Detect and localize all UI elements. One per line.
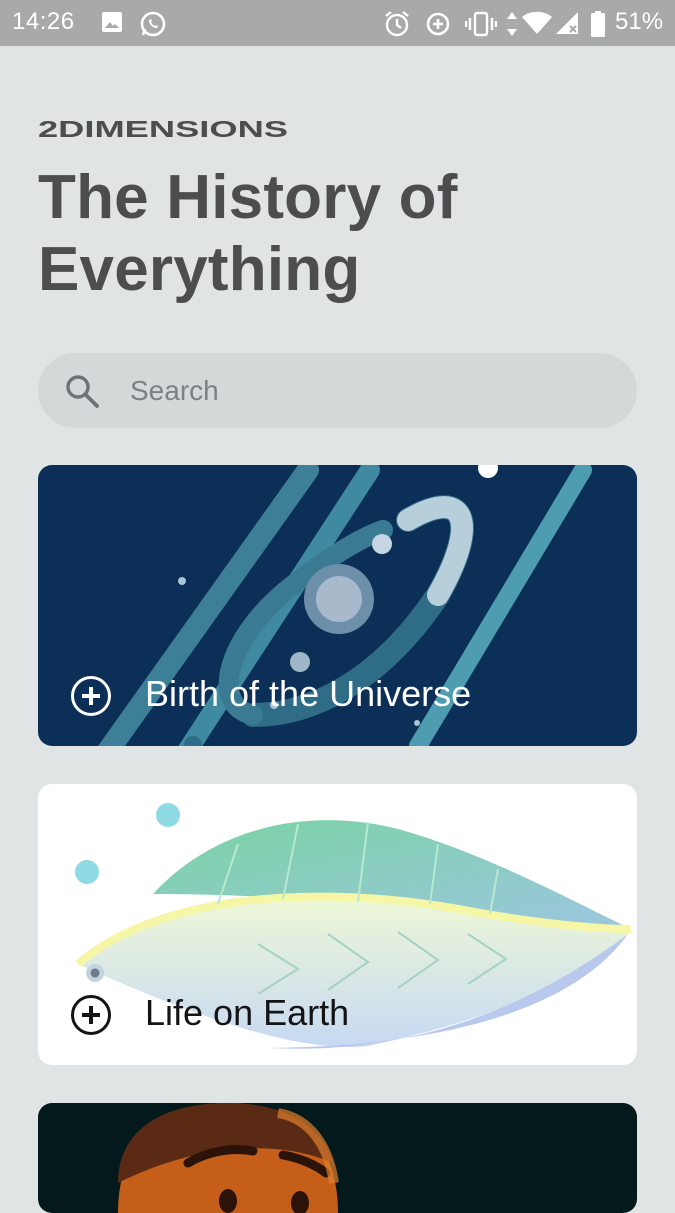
page-title: The History of Everything (38, 162, 638, 306)
plus-circle-icon[interactable] (70, 675, 112, 722)
svg-text:2DIMENSIONS: 2DIMENSIONS (38, 118, 288, 140)
whatsapp-icon (139, 10, 167, 43)
signal-icon (554, 10, 580, 41)
status-bar: 14:26 51% (0, 0, 675, 46)
data-saver-icon (424, 10, 452, 43)
card-life-on-earth[interactable]: Life on Earth (38, 784, 637, 1065)
page-title-line2: Everything (38, 235, 361, 304)
vibrate-icon (464, 10, 498, 43)
search-bar[interactable] (38, 353, 637, 428)
wifi-icon (521, 10, 553, 41)
human-illustration (118, 1103, 339, 1213)
card-label: Birth of the Universe (145, 673, 472, 714)
data-arrows-icon (505, 10, 519, 43)
search-input[interactable] (128, 367, 612, 415)
search-icon[interactable] (64, 373, 100, 414)
card-birth-of-the-universe[interactable]: Birth of the Universe (38, 465, 637, 746)
brand-logo: 2DIMENSIONS (38, 116, 290, 142)
image-icon (100, 10, 124, 39)
page-title-line1: The History of (38, 163, 458, 232)
battery-percent: 51% (615, 8, 664, 35)
battery-icon (590, 10, 606, 43)
status-time: 14:26 (12, 8, 75, 35)
plus-circle-icon[interactable] (70, 994, 112, 1041)
alarm-icon (383, 10, 411, 43)
card-label: Life on Earth (145, 992, 350, 1033)
card-third[interactable] (38, 1103, 637, 1213)
